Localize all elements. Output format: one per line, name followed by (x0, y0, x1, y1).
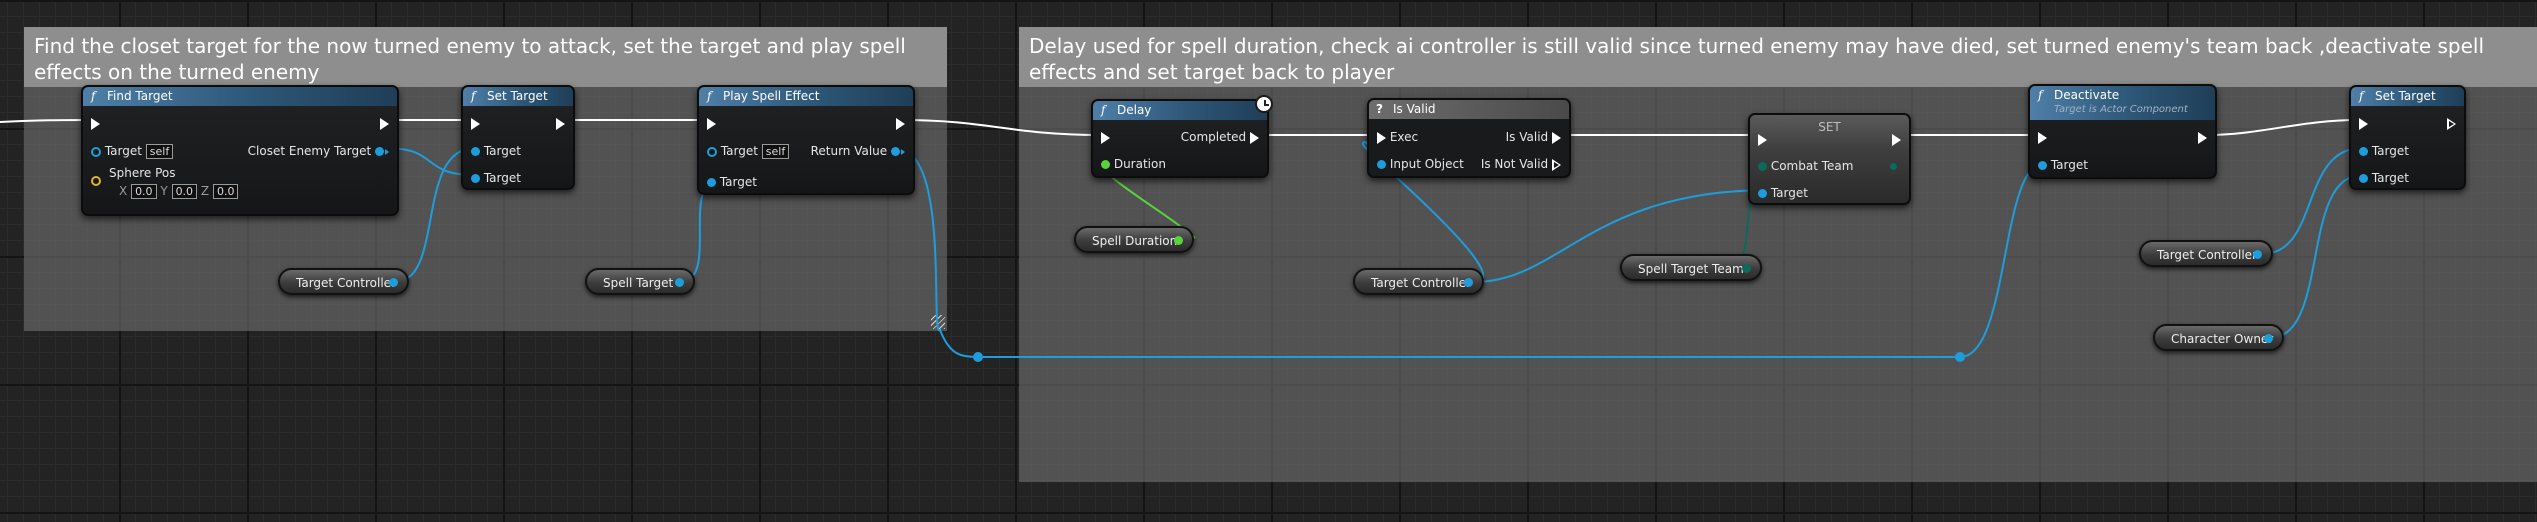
function-icon: f (2359, 89, 2364, 103)
completed-exec-pin[interactable] (1250, 131, 1259, 144)
delay-node[interactable]: f Delay Completed Duration (1091, 95, 1273, 178)
target-self-field[interactable]: self (761, 144, 790, 159)
is-valid-node[interactable]: ? Is Valid Exec Is Valid Input Object Is … (1367, 98, 1571, 178)
closet-enemy-target-pin[interactable] (375, 147, 384, 156)
output-pin[interactable] (1742, 264, 1751, 273)
exec-in-pin[interactable] (1377, 131, 1386, 144)
target-pin[interactable] (1758, 189, 1767, 198)
input-object-pin[interactable] (1377, 160, 1386, 169)
function-icon: f (471, 89, 476, 103)
target-pin[interactable] (471, 174, 480, 183)
sphere-x-field[interactable]: 0.0 (131, 184, 157, 199)
exec-out-pin[interactable] (2198, 131, 2207, 144)
node-title: Deactivate (2054, 88, 2120, 102)
node-title: Delay (1117, 103, 1152, 117)
sphere-y-field[interactable]: 0.0 (171, 184, 198, 199)
deactivate-node[interactable]: f Deactivate Target is Actor Component Tar… (2028, 84, 2217, 179)
target-self-field[interactable]: self (145, 144, 174, 159)
function-icon: f (1101, 103, 1106, 117)
output-pin[interactable] (675, 278, 684, 287)
spell-duration-variable[interactable]: Spell Duration (1074, 226, 1194, 253)
reroute-node-icon (1955, 352, 1965, 362)
set-target-node[interactable]: f Set Target Target Target (2349, 85, 2466, 190)
return-value-pin[interactable] (891, 147, 900, 156)
is-not-valid-exec-pin[interactable] (1552, 158, 1561, 171)
node-title: Play Spell Effect (723, 89, 820, 103)
output-pin[interactable] (1464, 278, 1473, 287)
target-pin[interactable] (2359, 147, 2368, 156)
reroute-node-icon (973, 352, 983, 362)
node-title: Find Target (107, 89, 173, 103)
target-controller-variable[interactable]: Target Controller (1353, 268, 1484, 295)
set-combat-team-node[interactable]: SET Combat Team Target (1748, 113, 1911, 205)
play-spell-effect-node[interactable]: f Play Spell Effect Target self Return Va… (697, 85, 915, 195)
target-pin[interactable] (707, 146, 717, 157)
target-pin[interactable] (2038, 161, 2047, 170)
exec-in-pin[interactable] (1758, 133, 1767, 146)
target-pin[interactable] (2359, 174, 2368, 183)
sphere-pos-pin[interactable] (91, 175, 101, 186)
exec-wire (900, 119, 1101, 136)
exec-in-pin[interactable] (91, 117, 100, 130)
object-wire (679, 179, 720, 283)
exec-in-pin[interactable] (707, 117, 716, 130)
exec-in-pin[interactable] (2359, 117, 2368, 130)
output-pin[interactable] (2253, 250, 2262, 259)
exec-in-pin[interactable] (471, 117, 480, 130)
exec-out-pin[interactable] (896, 117, 905, 130)
set-target-node[interactable]: f Set Target Target Target (461, 85, 575, 190)
exec-in-pin[interactable] (1101, 131, 1110, 144)
character-owner-variable[interactable]: Character Owner (2153, 324, 2284, 351)
function-icon: f (707, 89, 712, 103)
exec-wire (2207, 119, 2359, 136)
macro-icon: ? (1376, 102, 1383, 116)
output-pin[interactable] (1174, 236, 1183, 245)
output-pin[interactable] (389, 278, 398, 287)
node-title: Is Valid (1393, 102, 1436, 116)
duration-pin[interactable] (1101, 160, 1110, 169)
exec-in-pin[interactable] (2038, 131, 2047, 144)
sphere-z-field[interactable]: 0.0 (212, 184, 239, 199)
combat-team-out-pin[interactable] (1890, 163, 1897, 170)
node-title: SET (1818, 120, 1841, 134)
node-title: Set Target (2375, 89, 2436, 103)
combat-team-pin[interactable] (1758, 162, 1767, 171)
function-icon: f (2038, 88, 2043, 102)
exec-out-pin[interactable] (1892, 133, 1901, 146)
target-pin[interactable] (471, 147, 480, 156)
object-wire (2269, 174, 2363, 339)
target-pin[interactable] (707, 178, 716, 187)
node-subtitle: Target is Actor Component (2054, 104, 2188, 115)
exec-out-pin[interactable] (380, 117, 389, 130)
exec-out-pin[interactable] (2447, 117, 2456, 130)
function-icon: f (91, 89, 96, 103)
target-controller-variable[interactable]: Target Controller (2139, 240, 2273, 267)
is-valid-exec-pin[interactable] (1552, 131, 1561, 144)
target-controller-variable[interactable]: Target Controller (278, 268, 409, 295)
find-target-node[interactable]: f Find Target Target self Closet Enemy Ta… (81, 85, 399, 216)
exec-out-pin[interactable] (556, 117, 565, 130)
spell-target-team-variable[interactable]: Spell Target Team (1620, 254, 1762, 281)
clock-icon (1255, 95, 1273, 113)
output-pin[interactable] (2264, 334, 2273, 343)
target-pin[interactable] (91, 146, 101, 157)
node-title: Set Target (487, 89, 548, 103)
spell-target-variable[interactable]: Spell Target (585, 268, 695, 295)
object-wire (2261, 147, 2363, 255)
